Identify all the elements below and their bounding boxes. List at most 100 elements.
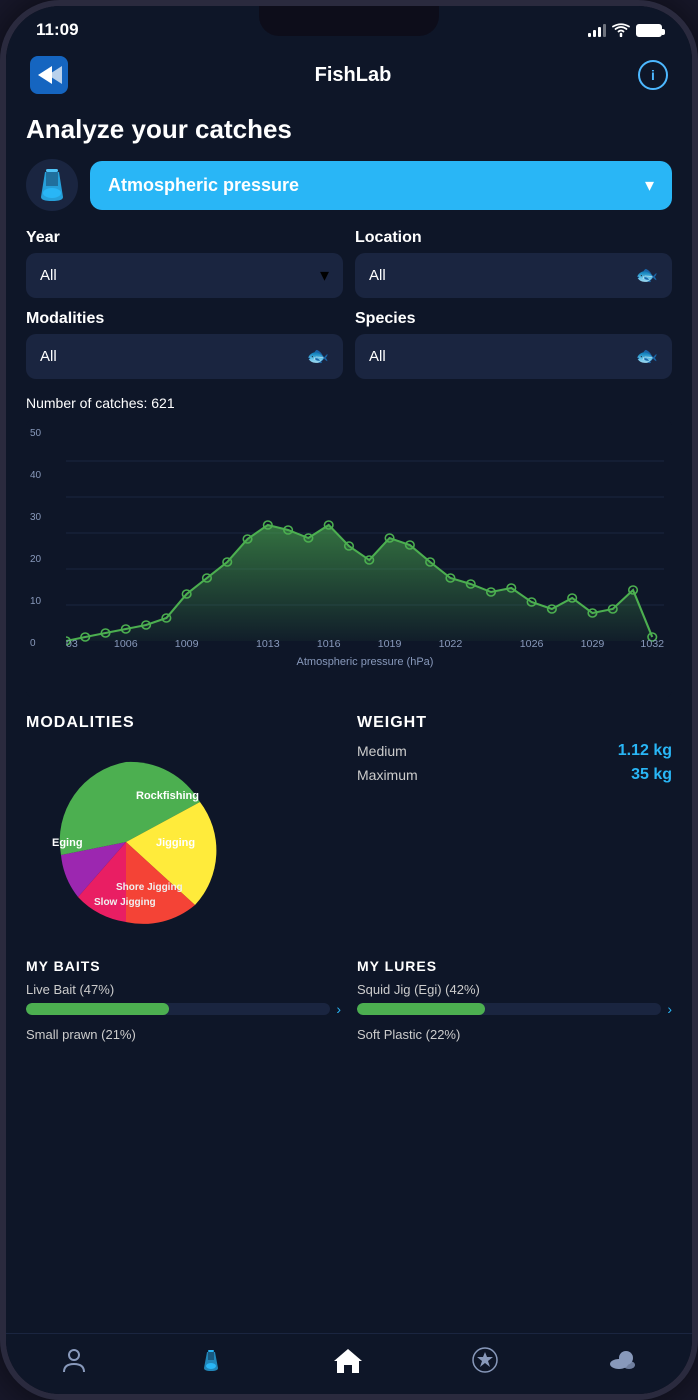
lab-icon [197, 1346, 225, 1374]
svg-text:1003: 1003 [66, 639, 78, 649]
location-value: All [369, 267, 386, 284]
stats-row: MODALITIES [26, 714, 672, 942]
bait-bar-container-0 [26, 1003, 330, 1015]
y-axis: 0 10 20 30 40 50 [30, 429, 41, 649]
phone-frame: 11:09 [0, 0, 698, 1400]
nav-bar [6, 1333, 692, 1394]
lure-bar-container-0 [357, 1003, 661, 1015]
pie-chart: Rockfishing Jigging Shore Jigging Slow J… [26, 742, 226, 942]
nav-item-trophy[interactable] [455, 1342, 515, 1378]
nav-item-home[interactable] [317, 1342, 379, 1378]
y-label-20: 20 [30, 555, 41, 565]
modalities-label: Modalities [26, 310, 343, 328]
weight-title: WEIGHT [357, 714, 672, 732]
y-label-50: 50 [30, 429, 41, 439]
species-filter: Species All 🐟 [355, 310, 672, 379]
modalities-select[interactable]: All 🐟 [26, 334, 343, 379]
bait-arrow-0: › [336, 1001, 341, 1017]
status-icons [588, 23, 662, 37]
info-button[interactable]: i [638, 60, 668, 90]
filters-grid: Year All ▾ Location All 🐟 Modalities [26, 229, 672, 379]
lure-item-1: Soft Plastic (22%) [357, 1027, 672, 1042]
y-label-10: 10 [30, 597, 41, 607]
lure-bar-0 [357, 1003, 485, 1015]
weight-section: WEIGHT Medium 1.12 kg Maximum 35 kg [357, 714, 672, 942]
pie-svg [26, 742, 226, 942]
x-axis-label: Atmospheric pressure (hPa) [66, 656, 664, 668]
svg-text:1013: 1013 [256, 639, 280, 649]
lures-title: MY LURES [357, 958, 672, 974]
signal-icon [588, 23, 606, 37]
lure-label-1: Soft Plastic (22%) [357, 1027, 672, 1042]
lure-arrow-0: › [667, 1001, 672, 1017]
page-title: Analyze your catches [26, 114, 672, 145]
y-label-30: 30 [30, 513, 41, 523]
nav-item-weather[interactable] [592, 1342, 654, 1378]
svg-text:1026: 1026 [520, 639, 544, 649]
flask-icon [26, 159, 78, 211]
location-fish-icon: 🐟 [636, 265, 658, 286]
year-select[interactable]: All ▾ [26, 253, 343, 298]
app-logo [30, 56, 68, 94]
screen: 11:09 [6, 6, 692, 1394]
lures-section: MY LURES Squid Jig (Egi) (42%) › Soft Pl… [357, 958, 672, 1052]
species-label: Species [355, 310, 672, 328]
lure-label-0: Squid Jig (Egi) (42%) [357, 982, 672, 997]
year-value: All [40, 267, 57, 284]
species-value: All [369, 348, 386, 365]
main-content: Analyze your catches Atmospheric pressur… [6, 106, 692, 1333]
bait-bar-row-0: › [26, 1001, 341, 1017]
svg-text:1009: 1009 [175, 639, 199, 649]
main-selector-text: Atmospheric pressure [108, 175, 299, 196]
chart-container: 0 10 20 30 40 50 [26, 419, 672, 698]
y-label-0: 0 [30, 639, 41, 649]
battery-icon [636, 24, 662, 37]
modalities-title: MODALITIES [26, 714, 341, 732]
svg-text:1029: 1029 [581, 639, 605, 649]
weight-maximum-label: Maximum [357, 767, 418, 783]
baits-title: MY BAITS [26, 958, 341, 974]
nav-item-angler[interactable] [44, 1342, 104, 1378]
species-select[interactable]: All 🐟 [355, 334, 672, 379]
svg-text:1006: 1006 [114, 639, 138, 649]
lure-bar-row-0: › [357, 1001, 672, 1017]
bait-item-0: Live Bait (47%) › [26, 982, 341, 1017]
baits-lures-row: MY BAITS Live Bait (47%) › Small prawn (… [26, 958, 672, 1052]
weight-medium-row: Medium 1.12 kg [357, 742, 672, 760]
weight-medium-value: 1.12 kg [618, 742, 672, 760]
location-filter: Location All 🐟 [355, 229, 672, 298]
selector-row: Atmospheric pressure ▾ [26, 159, 672, 211]
svg-text:1019: 1019 [378, 639, 402, 649]
modalities-value: All [40, 348, 57, 365]
modalities-filter: Modalities All 🐟 [26, 310, 343, 379]
year-filter: Year All ▾ [26, 229, 343, 298]
angler-icon [60, 1346, 88, 1374]
modalities-fish-icon: 🐟 [307, 346, 329, 367]
y-label-40: 40 [30, 471, 41, 481]
catches-label: Number of catches: 621 [26, 395, 672, 411]
status-bar: 11:09 [6, 6, 692, 48]
svg-text:1016: 1016 [317, 639, 341, 649]
svg-text:1022: 1022 [439, 639, 463, 649]
location-label: Location [355, 229, 672, 247]
chart-section: Number of catches: 621 0 10 20 30 40 50 [26, 395, 672, 698]
status-time: 11:09 [36, 20, 79, 40]
year-label: Year [26, 229, 343, 247]
app-header: FishLab i [6, 48, 692, 106]
wifi-icon [612, 23, 630, 37]
nav-item-lab[interactable] [181, 1342, 241, 1378]
bait-item-1: Small prawn (21%) [26, 1027, 341, 1042]
trophy-icon [471, 1346, 499, 1374]
year-chevron-icon: ▾ [320, 265, 329, 286]
bait-label-1: Small prawn (21%) [26, 1027, 341, 1042]
weather-icon [608, 1346, 638, 1374]
weight-maximum-value: 35 kg [631, 766, 672, 784]
species-fish-icon: 🐟 [636, 346, 658, 367]
weight-maximum-row: Maximum 35 kg [357, 766, 672, 784]
main-selector[interactable]: Atmospheric pressure ▾ [90, 161, 672, 210]
location-select[interactable]: All 🐟 [355, 253, 672, 298]
chart-svg: 1003 1006 1009 1013 1016 1019 1022 1026 … [66, 429, 664, 649]
selector-chevron-icon: ▾ [645, 175, 654, 196]
lure-item-0: Squid Jig (Egi) (42%) › [357, 982, 672, 1017]
svg-text:1032: 1032 [640, 639, 664, 649]
